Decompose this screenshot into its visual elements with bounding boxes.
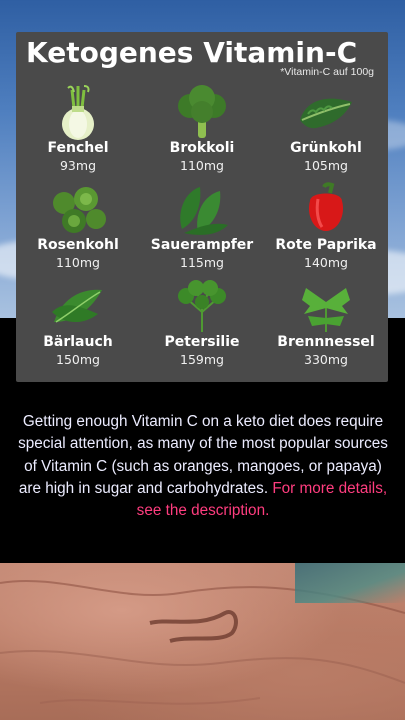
red-pepper-icon	[296, 181, 356, 239]
veg-name: Sauerampfer	[150, 237, 254, 253]
caption-text-block: Getting enough Vitamin C on a keto diet …	[18, 411, 388, 522]
veg-amount: 159mg	[180, 352, 224, 367]
veg-item-petersilie: Petersilie 159mg	[140, 276, 264, 373]
veg-amount: 110mg	[56, 255, 100, 270]
veg-name: Petersilie	[164, 334, 240, 350]
fennel-icon	[48, 84, 108, 142]
veg-amount: 105mg	[304, 158, 348, 173]
veg-item-rote-paprika: Rote Paprika 140mg	[264, 179, 388, 276]
veg-name: Brennnessel	[277, 334, 375, 350]
veg-item-baerlauch: Bärlauch 150mg	[16, 276, 140, 373]
veg-name: Rote Paprika	[275, 237, 377, 253]
infographic-card: Ketogenes Vitamin-C *Vitamin-C auf 100g …	[16, 32, 388, 382]
nettle-icon	[296, 278, 356, 336]
veg-name: Grünkohl	[290, 140, 362, 156]
veg-amount: 93mg	[59, 158, 97, 173]
veg-amount: 110mg	[180, 158, 224, 173]
veg-amount: 150mg	[56, 352, 100, 367]
kale-icon	[296, 84, 356, 142]
wild-garlic-icon	[48, 278, 108, 336]
sorrel-icon	[172, 181, 232, 239]
veg-amount: 115mg	[180, 255, 224, 270]
veg-item-brennnessel: Brennnessel 330mg	[264, 276, 388, 373]
brussels-sprouts-icon	[48, 181, 108, 239]
veg-name: Brokkoli	[169, 140, 235, 156]
veg-amount: 330mg	[304, 352, 348, 367]
veg-item-gruenkohl: Grünkohl 105mg	[264, 82, 388, 179]
broccoli-icon	[172, 84, 232, 142]
veg-item-fenchel: Fenchel 93mg	[16, 82, 140, 179]
veg-item-brokkoli: Brokkoli 110mg	[140, 82, 264, 179]
veg-name: Bärlauch	[43, 334, 113, 350]
veg-name: Fenchel	[47, 140, 109, 156]
veg-item-rosenkohl: Rosenkohl 110mg	[16, 179, 140, 276]
vegetable-grid: Fenchel 93mg Brokkoli 110mg Grünkohl 105…	[16, 82, 388, 382]
veg-amount: 140mg	[304, 255, 348, 270]
card-title: Ketogenes Vitamin-C	[26, 36, 358, 69]
card-note: *Vitamin-C auf 100g	[280, 66, 374, 78]
parsley-icon	[172, 278, 232, 336]
sea-background	[295, 563, 405, 603]
veg-name: Rosenkohl	[37, 237, 119, 253]
veg-item-sauerampfer: Sauerampfer 115mg	[140, 179, 264, 276]
